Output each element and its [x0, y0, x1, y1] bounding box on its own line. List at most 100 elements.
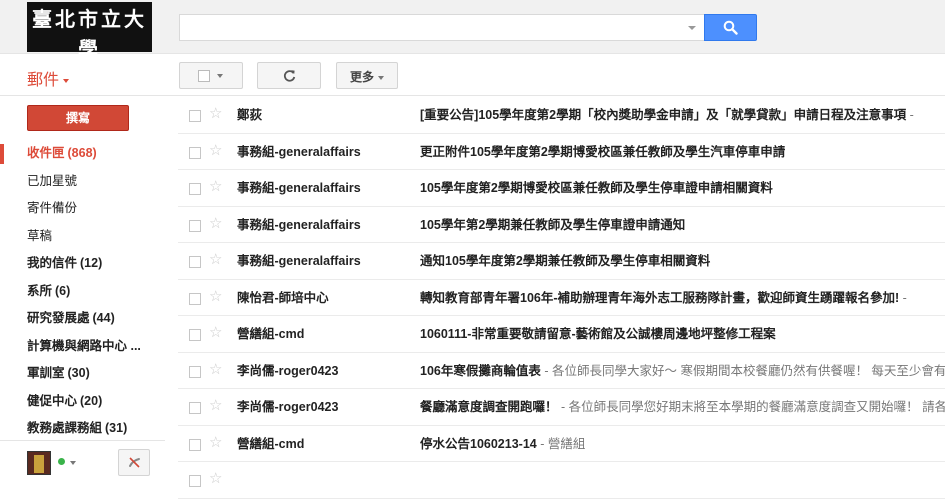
star-icon[interactable]: ☆: [209, 398, 222, 414]
search-options-caret-icon[interactable]: [688, 26, 696, 30]
folder-label: 收件匣: [27, 146, 65, 160]
email-sender: 陳怡君-師培中心: [237, 290, 329, 305]
table-row[interactable]: ☆ 事務組-generalaffairs 更正附件105學年度第2學期博愛校區兼…: [178, 134, 945, 170]
online-status-icon[interactable]: [58, 458, 65, 465]
star-icon[interactable]: ☆: [209, 288, 222, 305]
sidebar-item-sent[interactable]: 寄件備份: [0, 195, 165, 223]
folder-label: 寄件備份: [27, 201, 78, 215]
email-subject: 停水公告1060213-14 - 營繕組: [420, 426, 585, 462]
star-icon[interactable]: ☆: [209, 471, 222, 487]
table-row[interactable]: ☆ 陳怡君-師培中心 轉知教育部青年署106年-補助辦理青年海外志工服務隊計畫，…: [178, 280, 945, 316]
folder-label: 草稿: [27, 228, 53, 243]
star-icon[interactable]: ☆: [209, 142, 222, 159]
subject-text: 106年寒假攤商輪值表: [420, 363, 541, 378]
sidebar-item-computer-center[interactable]: 計算機與網路中心 ...: [0, 333, 165, 361]
row-checkbox[interactable]: [189, 110, 201, 122]
subject-text: 105學年度第2學期博愛校區兼任教師及學生停車證申請相關資料: [420, 181, 773, 195]
folder-label: 我的信件: [27, 256, 78, 270]
star-icon[interactable]: ☆: [209, 361, 222, 378]
folder-label: 系所: [27, 283, 53, 298]
more-actions-button[interactable]: 更多: [336, 62, 398, 89]
mail-app-switcher[interactable]: 郵件: [27, 66, 70, 90]
subject-text: 105學年第2學期兼任教師及學生停車證申請通知: [420, 217, 686, 232]
hangouts-button[interactable]: [118, 449, 150, 476]
sidebar-item-drafts[interactable]: 草稿: [0, 223, 165, 251]
mail-toolbar: 郵件 更多: [0, 54, 945, 96]
email-subject: [重要公告]105學年度第2學期「校內獎助學金申請」及「就學貸款」申請日程及注意…: [420, 97, 914, 133]
star-icon[interactable]: ☆: [209, 325, 222, 341]
sidebar-item-my-mail[interactable]: 我的信件 (12): [0, 250, 165, 278]
sidebar-item-health-center[interactable]: 健促中心 (20): [0, 388, 165, 416]
star-icon[interactable]: ☆: [209, 434, 222, 451]
star-icon[interactable]: ☆: [209, 106, 222, 122]
table-row[interactable]: ☆ 事務組-generalaffairs 105學年第2學期兼任教師及學生停車證…: [178, 207, 945, 243]
email-sender: 李尚儒-roger0423: [237, 400, 339, 414]
email-subject: 106年寒假攤商輪值表 - 各位師長同學大家好～ 寒假期間本校餐廳仍然有供餐喔！…: [420, 353, 945, 389]
email-sender: 事務組-generalaffairs: [237, 217, 361, 232]
subject-text: 更正附件105學年度第2學期博愛校區兼任教師及學生汽車停車申請: [420, 144, 786, 159]
email-sender: 事務組-generalaffairs: [237, 254, 361, 268]
folder-label: 計算機與網路中心 ...: [27, 338, 141, 353]
folder-count: (31): [105, 421, 128, 435]
refresh-icon: [283, 70, 296, 82]
table-row[interactable]: ☆ 營繕組-cmd 1060111-非常重要敬請留意-藝術館及公誠樓周邊地坪整修…: [178, 316, 945, 353]
search-input[interactable]: [180, 15, 704, 40]
select-all-button[interactable]: [179, 62, 243, 89]
chat-status-bar: [0, 440, 165, 476]
table-row[interactable]: ☆ 營繕組-cmd 停水公告1060213-14 - 營繕組: [178, 426, 945, 462]
email-snippet: -: [899, 290, 907, 305]
email-subject: 105學年度第2學期博愛校區兼任教師及學生停車證申請相關資料: [420, 170, 773, 206]
folder-count: (6): [55, 283, 71, 298]
sidebar-item-research[interactable]: 研究發展處 (44): [0, 305, 165, 333]
university-logo[interactable]: 臺北市立大學 University of Taipei: [27, 2, 152, 76]
email-snippet: - 營繕組: [536, 436, 586, 451]
subject-text: 餐廳滿意度調查開跑囉！: [420, 400, 558, 414]
row-checkbox[interactable]: [189, 438, 201, 451]
folder-list: 收件匣 (868) 已加星號 寄件備份 草稿 我的信件 (12) 系所 (6) 研究發…: [0, 140, 165, 443]
row-checkbox[interactable]: [189, 219, 201, 232]
subject-text: 停水公告1060213-14: [420, 436, 537, 451]
sidebar-item-inbox[interactable]: 收件匣 (868): [0, 140, 165, 168]
chevron-down-icon[interactable]: [70, 461, 76, 465]
table-row[interactable]: ☆ 李尚儒-roger0423 106年寒假攤商輪值表 - 各位師長同學大家好～…: [178, 353, 945, 389]
row-checkbox[interactable]: [189, 256, 201, 268]
row-checkbox[interactable]: [189, 329, 201, 341]
subject-text: 轉知教育部青年署106年-補助辦理青年海外志工服務隊計畫，歡迎師資生踴躍報名參加…: [420, 290, 900, 305]
email-snippet: - 各位師長同學您好期末將至本學期的餐廳滿意度調查又開始囉！ 請各位: [557, 400, 945, 414]
table-row[interactable]: ☆ 鄭荻 [重要公告]105學年度第2學期「校內獎助學金申請」及「就學貸款」申請…: [178, 97, 945, 134]
row-checkbox[interactable]: [189, 402, 201, 414]
email-sender: 鄭荻: [237, 108, 263, 122]
table-row[interactable]: ☆ 李尚儒-roger0423 餐廳滿意度調查開跑囉！ - 各位師長同學您好期末…: [178, 389, 945, 426]
star-icon[interactable]: ☆: [209, 215, 222, 232]
star-icon[interactable]: ☆: [209, 179, 222, 195]
compose-button[interactable]: 撰寫: [27, 105, 129, 131]
table-row[interactable]: ☆: [178, 462, 945, 499]
avatar[interactable]: [27, 451, 51, 475]
row-checkbox[interactable]: [189, 146, 201, 159]
sidebar-item-course-affairs[interactable]: 教務處課務組 (31): [0, 415, 165, 443]
sidebar-item-starred[interactable]: 已加星號: [0, 168, 165, 196]
search-icon: [723, 20, 738, 35]
chevron-down-icon: [378, 75, 385, 80]
sidebar-item-departments[interactable]: 系所 (6): [0, 278, 165, 306]
sidebar-item-military-training[interactable]: 軍訓室 (30): [0, 360, 165, 388]
email-snippet: - 各位師長同學大家好～ 寒假期間本校餐廳仍然有供餐喔！ 每天至少會有: [540, 363, 945, 378]
email-sender: 李尚儒-roger0423: [237, 363, 339, 378]
email-sender: 事務組-generalaffairs: [237, 144, 361, 159]
table-row[interactable]: ☆ 事務組-generalaffairs 105學年度第2學期博愛校區兼任教師及…: [178, 170, 945, 207]
folder-count: (12): [80, 256, 103, 270]
refresh-button[interactable]: [257, 62, 321, 89]
row-checkbox[interactable]: [189, 365, 201, 378]
more-label: 更多: [350, 70, 375, 84]
email-subject: 更正附件105學年度第2學期博愛校區兼任教師及學生汽車停車申請: [420, 134, 785, 170]
row-checkbox[interactable]: [189, 183, 201, 195]
star-icon[interactable]: ☆: [209, 252, 222, 268]
subject-text: 通知105學年度第2學期兼任教師及學生停車相關資料: [420, 254, 711, 268]
email-subject: 105學年第2學期兼任教師及學生停車證申請通知: [420, 207, 685, 243]
search-button[interactable]: [704, 14, 757, 41]
table-row[interactable]: ☆ 事務組-generalaffairs 通知105學年度第2學期兼任教師及學生…: [178, 243, 945, 280]
row-checkbox[interactable]: [189, 475, 201, 487]
search-box[interactable]: [179, 14, 704, 41]
email-sender: 營繕組-cmd: [237, 327, 305, 341]
row-checkbox[interactable]: [189, 292, 201, 305]
